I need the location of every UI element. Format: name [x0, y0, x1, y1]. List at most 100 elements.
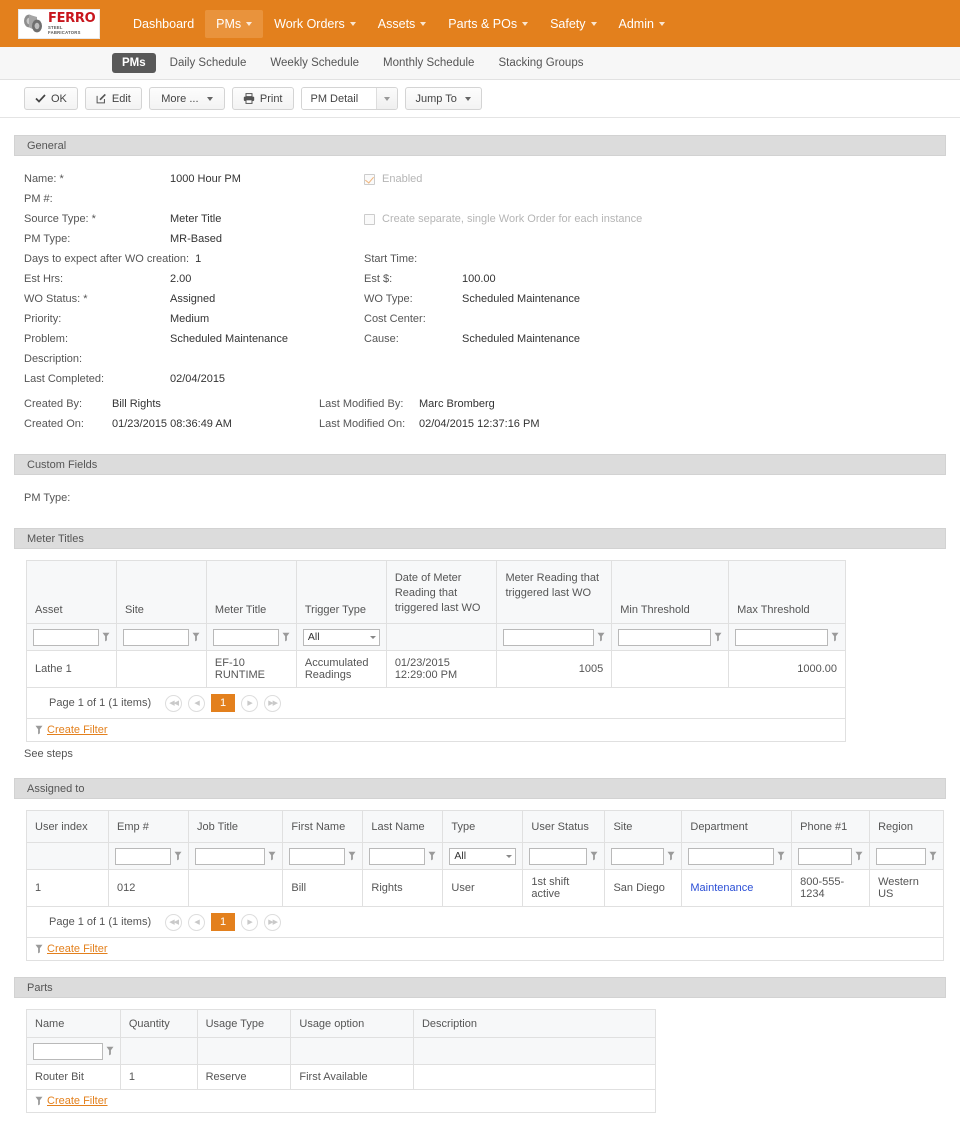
col-type[interactable]: Type	[442, 810, 524, 843]
filter-input-job-title[interactable]	[195, 847, 266, 865]
tab-daily-schedule[interactable]: Daily Schedule	[160, 53, 257, 73]
pager-first-button[interactable]: ◀◀	[165, 913, 183, 931]
filter-funnel-icon[interactable]	[192, 632, 200, 642]
create-filter-link[interactable]: Create Filter	[35, 943, 935, 955]
col-emp-no[interactable]: Emp #	[108, 810, 190, 843]
enabled-checkbox[interactable]	[364, 173, 375, 185]
filter-funnel-icon[interactable]	[282, 632, 290, 642]
col-usage-type[interactable]: Usage Type	[196, 1009, 292, 1038]
filter-input-site[interactable]	[611, 847, 665, 865]
pager-first-button[interactable]: ◀◀	[165, 694, 183, 712]
col-phone[interactable]: Phone #1	[791, 810, 871, 843]
create-filter-link[interactable]: Create Filter	[35, 724, 837, 736]
nav-item-parts-pos[interactable]: Parts & POs	[437, 10, 539, 38]
pager-page-1[interactable]: 1	[211, 694, 236, 712]
col-max-threshold[interactable]: Max Threshold	[728, 560, 846, 624]
col-job-title[interactable]: Job Title	[188, 810, 284, 843]
filter-input-site[interactable]	[122, 628, 189, 646]
filter-input-first-name[interactable]	[289, 847, 346, 865]
filter-input-meter-reading[interactable]	[503, 628, 595, 646]
pager-next-button[interactable]: ▶	[241, 694, 259, 712]
nav-item-assets[interactable]: Assets	[367, 10, 438, 38]
filter-funnel-icon[interactable]	[597, 632, 605, 642]
create-filter-link[interactable]: Create Filter	[35, 1095, 647, 1107]
filter-input-asset[interactable]	[33, 628, 99, 646]
pager-last-button[interactable]: ▶▶	[264, 694, 282, 712]
col-meter-reading[interactable]: Meter Reading that triggered last WO	[496, 560, 613, 624]
department-link[interactable]: Maintenance	[690, 882, 753, 894]
filter-funnel-icon[interactable]	[102, 632, 110, 642]
more-menu-button[interactable]: More ...	[148, 87, 225, 110]
print-button[interactable]: Print	[231, 87, 294, 110]
col-department[interactable]: Department	[681, 810, 793, 843]
col-description[interactable]: Description	[412, 1009, 657, 1038]
filter-funnel-icon[interactable]	[667, 851, 675, 861]
field-enabled[interactable]: Enabled	[364, 169, 422, 189]
filter-input-region[interactable]	[876, 847, 926, 865]
view-select-dropdown-button[interactable]	[375, 88, 397, 109]
filter-funnel-icon[interactable]	[106, 1046, 114, 1056]
filter-input-meter-title[interactable]	[212, 628, 279, 646]
separate-work-order-checkbox[interactable]	[364, 213, 375, 225]
col-region[interactable]: Region	[869, 810, 944, 843]
pager-prev-button[interactable]: ◀	[188, 913, 206, 931]
col-asset[interactable]: Asset	[26, 560, 117, 624]
filter-funnel-icon[interactable]	[348, 851, 356, 861]
col-site[interactable]: Site	[115, 560, 207, 624]
view-select-value[interactable]: PM Detail	[301, 88, 376, 109]
field-separate-wo[interactable]: Create separate, single Work Order for e…	[364, 209, 642, 229]
col-trigger-type[interactable]: Trigger Type	[295, 560, 387, 624]
filter-input-phone[interactable]	[798, 847, 853, 865]
col-first-name[interactable]: First Name	[282, 810, 364, 843]
brand-logo[interactable]: FERRO STEEL FABRICATORS	[18, 8, 100, 39]
nav-item-admin[interactable]: Admin	[608, 10, 676, 38]
col-site[interactable]: Site	[604, 810, 683, 843]
tab-weekly-schedule[interactable]: Weekly Schedule	[260, 53, 369, 73]
col-date-of-reading[interactable]: Date of Meter Reading that triggered las…	[385, 560, 498, 624]
filter-input-name[interactable]	[33, 1042, 103, 1060]
filter-input-department[interactable]	[688, 847, 775, 865]
col-user-status[interactable]: User Status	[522, 810, 606, 843]
pager-prev-button[interactable]: ◀	[188, 694, 206, 712]
filter-funnel-icon[interactable]	[929, 851, 937, 861]
filter-input-last-name[interactable]	[369, 847, 426, 865]
edit-button[interactable]: Edit	[84, 87, 142, 110]
view-select[interactable]: PM Detail	[300, 87, 398, 110]
col-min-threshold[interactable]: Min Threshold	[611, 560, 730, 624]
ok-button[interactable]: OK	[24, 87, 78, 110]
tab-monthly-schedule[interactable]: Monthly Schedule	[373, 53, 484, 73]
col-quantity[interactable]: Quantity	[119, 1009, 198, 1038]
filter-select-type[interactable]: All	[449, 847, 517, 865]
col-last-name[interactable]: Last Name	[362, 810, 444, 843]
pager-last-button[interactable]: ▶▶	[264, 913, 282, 931]
filter-select-trigger-type[interactable]: All	[302, 628, 380, 646]
col-meter-title[interactable]: Meter Title	[205, 560, 297, 624]
filter-funnel-icon[interactable]	[268, 851, 276, 861]
nav-item-dashboard[interactable]: Dashboard	[122, 10, 205, 38]
filter-funnel-icon[interactable]	[855, 851, 863, 861]
nav-item-pms[interactable]: PMs	[205, 9, 264, 38]
nav-item-work-orders[interactable]: Work Orders	[263, 10, 367, 38]
filter-funnel-icon[interactable]	[714, 632, 722, 642]
filter-input-max-threshold[interactable]	[735, 628, 828, 646]
tab-pms[interactable]: PMs	[112, 53, 156, 73]
col-usage-option[interactable]: Usage option	[290, 1009, 414, 1038]
nav-item-safety[interactable]: Safety	[539, 10, 607, 38]
jump-to-button[interactable]: Jump To	[404, 87, 482, 110]
table-row[interactable]: Lathe 1 EF-10 RUNTIME Accumulated Readin…	[26, 650, 846, 688]
filter-input-user-status[interactable]	[529, 847, 588, 865]
table-row[interactable]: Router Bit 1 Reserve First Available	[26, 1064, 657, 1090]
tab-stacking-groups[interactable]: Stacking Groups	[488, 53, 593, 73]
col-user-index[interactable]: User index	[25, 810, 110, 843]
filter-input-emp-no[interactable]	[115, 847, 172, 865]
col-name[interactable]: Name	[26, 1009, 121, 1038]
table-row[interactable]: 1 012 Bill Rights User 1st shift active …	[25, 869, 944, 907]
filter-funnel-icon[interactable]	[174, 851, 182, 861]
filter-input-min-threshold[interactable]	[618, 628, 712, 646]
filter-funnel-icon[interactable]	[777, 851, 785, 861]
filter-funnel-icon[interactable]	[428, 851, 436, 861]
pager-next-button[interactable]: ▶	[241, 913, 259, 931]
filter-funnel-icon[interactable]	[831, 632, 839, 642]
filter-funnel-icon[interactable]	[590, 851, 598, 861]
pager-page-1[interactable]: 1	[211, 913, 236, 931]
